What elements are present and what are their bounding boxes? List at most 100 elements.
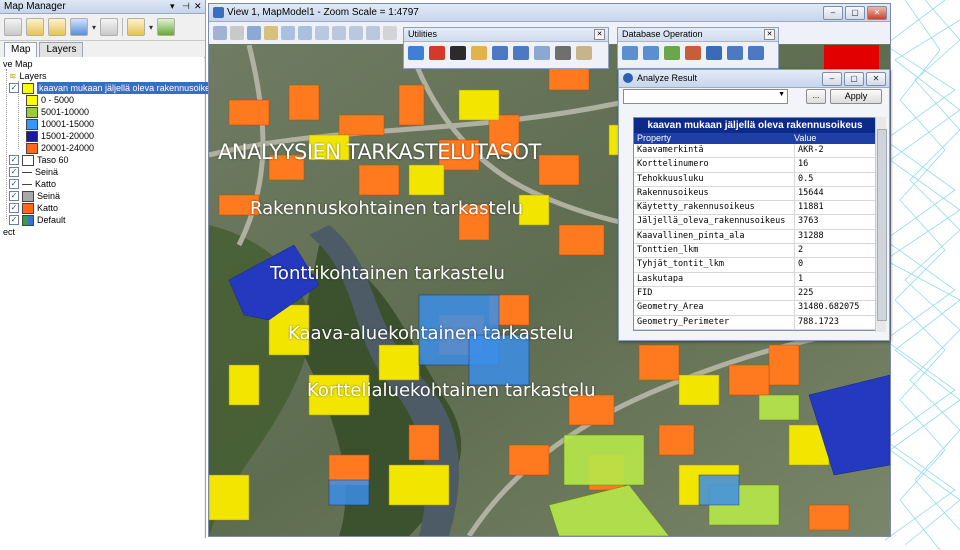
scrollbar-thumb[interactable] <box>877 129 887 321</box>
legend-item: 0 - 5000 <box>26 94 74 106</box>
vertical-scrollbar[interactable] <box>875 117 887 332</box>
table-row[interactable]: Geometry_Perimeter 788.1723 <box>634 315 876 330</box>
db-list-icon[interactable] <box>727 46 743 60</box>
tree-layers-node[interactable]: ≋ Layers <box>9 70 47 82</box>
table-row[interactable]: Tonttien_lkm 2 <box>634 244 876 259</box>
layer-checkbox[interactable]: ✓ <box>9 167 19 177</box>
tab-layers[interactable]: Layers <box>39 42 84 57</box>
tree-selected-layer[interactable]: ✓ kaavan mukaan jäljellä oleva rakennuso… <box>9 82 222 94</box>
result-table-body: Kaavamerkintä AKR-2 Korttelinumero 16 Teho… <box>634 144 876 330</box>
selected-layer-label: kaavan mukaan jäljellä oleva rakennusoik… <box>37 82 222 94</box>
table-row[interactable]: Kaavallinen_pinta_ala 31288 <box>634 229 876 245</box>
legend-item: 20001-24000 <box>26 142 94 154</box>
maximize-button[interactable]: ▢ <box>844 72 864 86</box>
property-cell: Tyhjät_tontit_lkm <box>634 258 795 272</box>
map-view-title: View 1, MapModel1 - Zoom Scale = 1:4797 <box>227 7 419 18</box>
col-property[interactable]: Property <box>634 133 794 144</box>
table-row[interactable]: Kaavamerkintä AKR-2 <box>634 144 876 159</box>
db-import-icon[interactable] <box>643 46 659 60</box>
table-row[interactable]: FID 225 <box>634 286 876 302</box>
zoom-extent-icon[interactable] <box>315 26 329 40</box>
close-icon[interactable]: ✕ <box>764 29 775 40</box>
table-row[interactable]: Käytetty_rakennusoikeus 11881 <box>634 201 876 216</box>
minimize-button[interactable]: – <box>822 72 842 86</box>
tree-layer-taso60[interactable]: ✓ Taso 60 <box>9 154 69 166</box>
layer-checkbox[interactable]: ✓ <box>9 155 19 165</box>
document-icon[interactable] <box>576 46 592 60</box>
tag-icon[interactable] <box>471 46 487 60</box>
tree-layer-default[interactable]: ✓ Default <box>9 214 66 226</box>
layer-checkbox[interactable]: ✓ <box>9 191 19 201</box>
utilities-titlebar[interactable]: Utilities ✕ <box>404 28 608 42</box>
tree-layer-seina-2[interactable]: ✓ Seinä <box>9 190 60 202</box>
tree-layer-seina[interactable]: ✓ Seinä <box>9 166 58 178</box>
table-row[interactable]: Tyhjät_tontit_lkm 0 <box>634 258 876 273</box>
db-table-icon[interactable] <box>706 46 722 60</box>
close-button[interactable]: ✕ <box>866 72 886 86</box>
maximize-button[interactable]: ▢ <box>845 6 865 20</box>
table-row[interactable]: Jäljellä_oleva_rakennusoikeus 3763 <box>634 215 876 230</box>
layer-checkbox[interactable]: ✓ <box>9 203 19 213</box>
tree-layer-katto-2[interactable]: ✓ Katto <box>9 202 58 214</box>
map-style-icon[interactable] <box>157 18 176 36</box>
pan-tool-icon[interactable] <box>247 26 261 40</box>
select-tool-icon[interactable] <box>213 26 227 40</box>
layer-list-icon[interactable] <box>127 18 146 36</box>
zoom-out-icon[interactable] <box>298 26 312 40</box>
apply-button[interactable]: Apply <box>830 89 882 104</box>
tree-layer-katto[interactable]: ✓ Katto <box>9 178 56 190</box>
map-view-titlebar[interactable]: View 1, MapModel1 - Zoom Scale = 1:4797 … <box>209 4 890 22</box>
find-icon[interactable] <box>534 46 550 60</box>
tree-trailing-node[interactable]: ect <box>3 226 15 238</box>
tab-map[interactable]: Map <box>4 42 38 57</box>
properties-icon[interactable] <box>48 18 66 36</box>
list-edit-icon[interactable] <box>513 46 529 60</box>
table-row[interactable]: Rakennusoikeus 15644 <box>634 186 876 202</box>
list-icon[interactable] <box>492 46 508 60</box>
table-row[interactable]: Geometry_Area 31480.682075 <box>634 301 876 316</box>
pin-icon[interactable]: ⊣ <box>182 0 190 13</box>
value-cell: 788.1723 <box>798 316 839 327</box>
new-map-icon[interactable] <box>4 18 22 36</box>
add-layer-icon[interactable] <box>70 18 88 36</box>
report-icon[interactable] <box>555 46 571 60</box>
map-manager-titlebar[interactable]: Map Manager ▾ ⊣ ✕ <box>0 0 205 14</box>
add-layer-dropdown-icon[interactable]: ▾ <box>92 23 96 32</box>
layer-checkbox[interactable]: ✓ <box>9 179 19 189</box>
dropdown-icon[interactable]: ▾ <box>170 0 175 13</box>
tree-root[interactable]: ve Map <box>3 58 33 70</box>
chevron-down-icon: ▼ <box>778 91 785 98</box>
layer-checkbox[interactable]: ✓ <box>9 215 19 225</box>
identify-icon[interactable] <box>349 26 363 40</box>
delete-icon[interactable] <box>429 46 445 60</box>
close-button[interactable]: ✕ <box>867 6 887 20</box>
remove-layer-icon[interactable] <box>100 18 119 36</box>
layer-checkbox[interactable]: ✓ <box>9 83 19 93</box>
open-folder-icon[interactable] <box>26 18 44 36</box>
browse-button[interactable]: ... <box>806 89 826 104</box>
db-add-icon[interactable] <box>664 46 680 60</box>
hand-icon[interactable] <box>383 26 397 40</box>
table-row[interactable]: Tehokkuusluku 0.5 <box>634 172 876 187</box>
database-operation-titlebar[interactable]: Database Operation ✕ <box>618 28 778 42</box>
zoom-window-icon[interactable] <box>332 26 346 40</box>
analyze-result-titlebar[interactable]: Analyze Result – ▢ ✕ <box>619 70 889 88</box>
eraser-icon[interactable] <box>408 46 424 60</box>
close-icon[interactable]: ✕ <box>194 0 202 13</box>
measure-tool-icon[interactable] <box>264 26 278 40</box>
grid-icon[interactable] <box>366 26 380 40</box>
db-list-edit-icon[interactable] <box>748 46 764 60</box>
zoom-in-icon[interactable] <box>281 26 295 40</box>
db-query-icon[interactable] <box>685 46 701 60</box>
table-row[interactable]: Laskutapa 1 <box>634 272 876 287</box>
minimize-button[interactable]: – <box>823 6 843 20</box>
layer-select[interactable]: ▼ <box>623 89 788 104</box>
rotate-tool-icon[interactable] <box>230 26 244 40</box>
col-value[interactable]: Value <box>794 133 816 144</box>
export-icon[interactable] <box>450 46 466 60</box>
db-connect-icon[interactable] <box>622 46 638 60</box>
layer-list-dropdown-icon[interactable]: ▾ <box>149 23 153 32</box>
layer-line-swatch <box>22 171 32 173</box>
table-row[interactable]: Korttelinumero 16 <box>634 158 876 173</box>
close-icon[interactable]: ✕ <box>594 29 605 40</box>
